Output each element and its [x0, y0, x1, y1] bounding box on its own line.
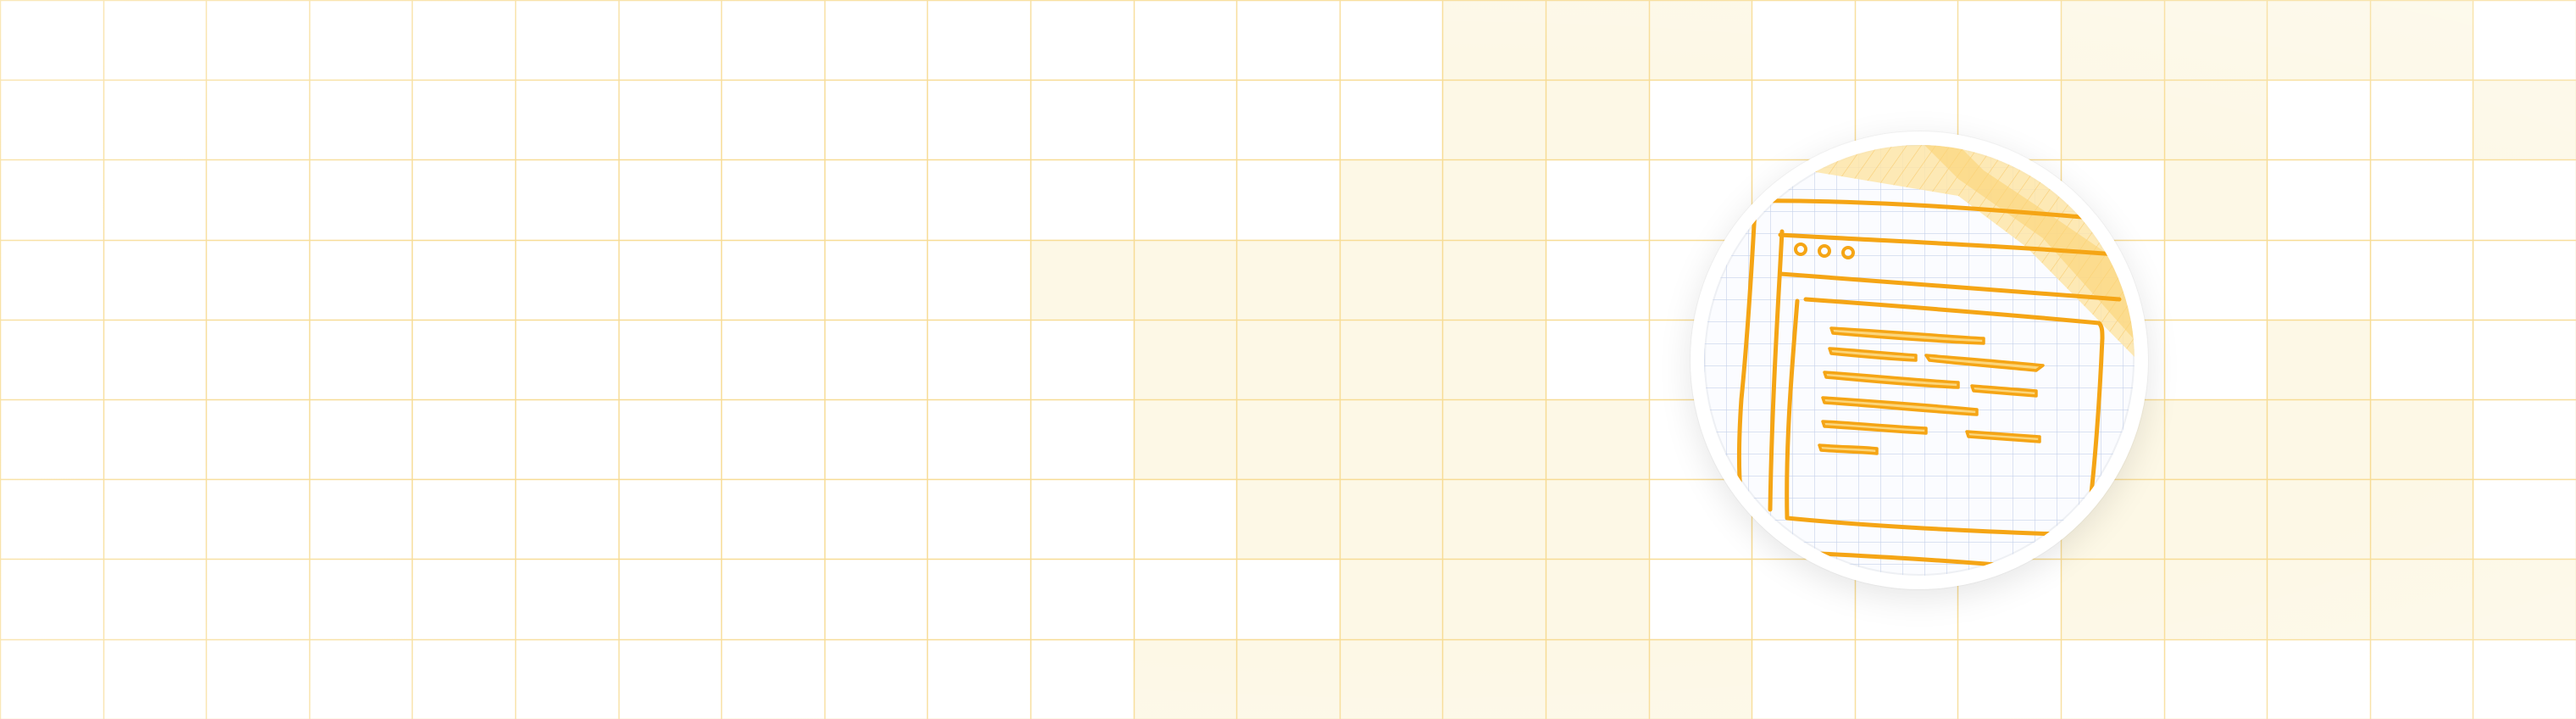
grid-cell	[1546, 0, 1649, 81]
grid-cell	[1236, 638, 1340, 719]
grid-cell	[1133, 239, 1237, 320]
grid-cell	[2163, 80, 2268, 160]
grid-cell	[2473, 80, 2576, 160]
grid-cell	[2267, 0, 2370, 81]
grid-cell	[1546, 559, 1649, 639]
grid-cell	[2267, 319, 2370, 399]
grid-cell	[1546, 479, 1649, 560]
grid-background	[0, 0, 2576, 719]
grid-cell	[1442, 80, 1546, 160]
grid-cell	[1339, 239, 1443, 320]
grid-cell	[1442, 239, 1546, 320]
grid-cell	[2369, 559, 2473, 639]
grid-cell	[1339, 399, 1443, 480]
grid-cell	[1648, 638, 1752, 719]
grid-cell	[1339, 559, 1443, 639]
grid-cell	[1236, 399, 1340, 480]
grid-cell	[1339, 159, 1443, 240]
grid-cell	[2369, 479, 2473, 560]
grid-cell	[1442, 559, 1546, 639]
grid-cell	[1442, 479, 1546, 560]
grid-cell	[2369, 399, 2473, 480]
grid-cell	[1133, 319, 1237, 399]
grid-cell	[2267, 399, 2370, 480]
grid-cell	[2061, 0, 2164, 81]
grid-cell	[1133, 399, 1237, 480]
grid-cell	[1546, 399, 1649, 480]
grid-cell	[1442, 638, 1546, 719]
grid-cell	[1133, 638, 1237, 719]
grid-cell	[2163, 399, 2268, 480]
grid-cell	[2163, 159, 2268, 240]
grid-cell	[1339, 479, 1443, 560]
emblem-circle	[1704, 145, 2135, 576]
grid-cell	[1236, 319, 1340, 399]
grid-cell	[1442, 319, 1546, 399]
grid-cell	[2267, 479, 2370, 560]
grid-cell	[2163, 0, 2268, 81]
grid-cell	[1339, 638, 1443, 719]
grid-cell	[2163, 559, 2268, 639]
sketch-document-window-icon	[1704, 145, 2135, 576]
grid-cell	[1442, 159, 1546, 240]
grid-cell	[1546, 80, 1649, 160]
grid-cell	[1030, 239, 1134, 320]
grid-cell	[1236, 479, 1340, 560]
grid-cell	[1442, 399, 1546, 480]
grid-cell	[2267, 559, 2370, 639]
grid-cell	[2473, 559, 2576, 639]
grid-cell	[1442, 0, 1546, 81]
grid-cell	[1648, 0, 1752, 81]
grid-cell	[1236, 239, 1340, 320]
sketch-emblem	[1690, 131, 2148, 589]
grid-cell	[2163, 479, 2268, 560]
grid-cell	[1546, 638, 1649, 719]
grid-cell	[2369, 0, 2473, 81]
grid-cell	[1339, 319, 1443, 399]
